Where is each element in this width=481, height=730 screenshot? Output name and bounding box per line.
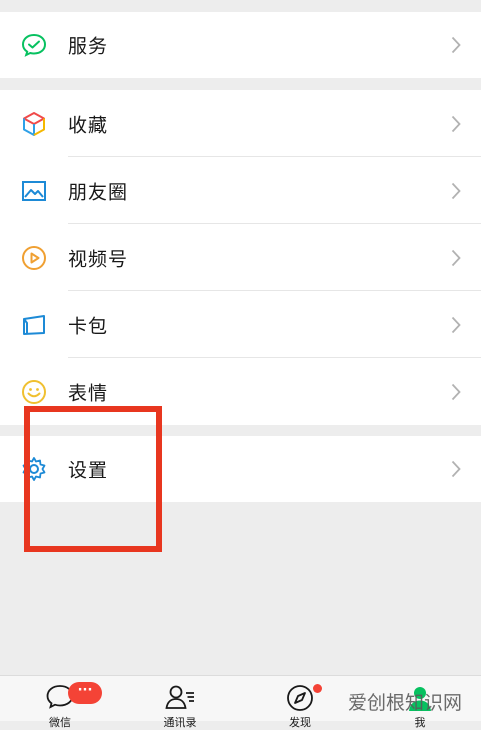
chevron-right-icon bbox=[451, 36, 461, 54]
menu-item-label: 卡包 bbox=[68, 315, 109, 337]
watermark-text: 爱创根知识网 bbox=[348, 692, 463, 714]
tab-label: 微信 bbox=[49, 716, 71, 729]
menu-item-channels[interactable]: 视频号 bbox=[0, 224, 481, 291]
unread-badge: ··· bbox=[68, 682, 102, 704]
chevron-right-icon bbox=[451, 383, 461, 401]
smile-icon bbox=[20, 378, 48, 406]
tab-contacts[interactable]: 通讯录 bbox=[140, 676, 220, 729]
features-group: 收藏 朋友圈 视频号 卡包 表情 bbox=[0, 90, 481, 425]
chevron-right-icon bbox=[451, 316, 461, 334]
compass-icon bbox=[287, 685, 313, 711]
photo-icon bbox=[20, 177, 48, 205]
tab-discover[interactable]: 发现 bbox=[260, 676, 340, 729]
tab-label: 发现 bbox=[289, 716, 311, 729]
wechat-pay-icon bbox=[20, 31, 48, 59]
menu-item-favorites[interactable]: 收藏 bbox=[0, 90, 481, 157]
chevron-right-icon bbox=[451, 460, 461, 478]
play-circle-icon bbox=[20, 244, 48, 272]
menu-item-moments[interactable]: 朋友圈 bbox=[0, 157, 481, 224]
menu-item-services[interactable]: 服务 bbox=[0, 12, 481, 78]
chevron-right-icon bbox=[451, 182, 461, 200]
services-group: 服务 bbox=[0, 12, 481, 78]
chevron-right-icon bbox=[451, 249, 461, 267]
tab-label: 我 bbox=[414, 716, 426, 729]
menu-item-cards[interactable]: 卡包 bbox=[0, 291, 481, 358]
menu-item-label: 朋友圈 bbox=[68, 181, 129, 203]
top-spacer bbox=[0, 0, 481, 12]
tab-label: 通讯录 bbox=[163, 716, 197, 729]
highlight-annotation-box bbox=[24, 406, 162, 552]
cube-icon bbox=[20, 110, 48, 138]
menu-item-label: 视频号 bbox=[68, 248, 129, 270]
menu-item-label: 收藏 bbox=[68, 114, 109, 136]
contacts-icon bbox=[165, 685, 194, 709]
menu-item-label: 服务 bbox=[68, 35, 109, 58]
new-content-dot bbox=[313, 684, 322, 693]
chevron-right-icon bbox=[451, 115, 461, 133]
wallet-icon bbox=[20, 311, 48, 339]
menu-item-label: 表情 bbox=[68, 382, 109, 404]
